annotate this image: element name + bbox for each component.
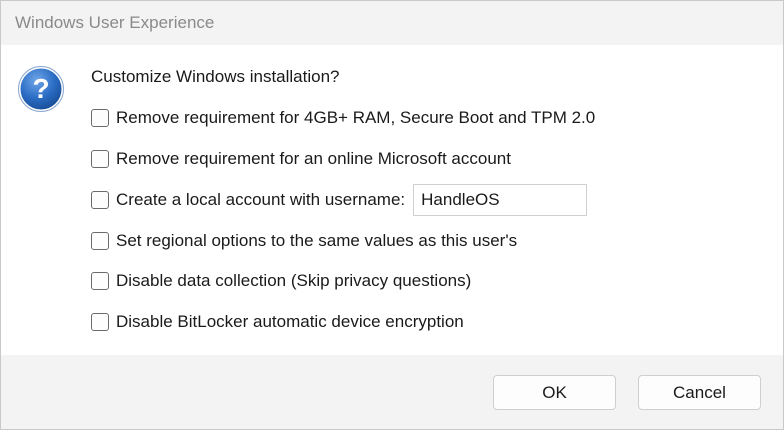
checkbox[interactable] [91, 150, 109, 168]
checkbox[interactable] [91, 109, 109, 127]
dialog-question: Customize Windows installation? [91, 67, 340, 86]
checkbox[interactable] [91, 313, 109, 331]
dialog-content: ? Customize Windows installation? Remove… [1, 45, 783, 355]
button-bar: OK Cancel [1, 355, 783, 429]
svg-text:?: ? [32, 73, 49, 104]
checkbox[interactable] [91, 232, 109, 250]
checkbox[interactable] [91, 272, 109, 290]
option-disable-data-collection[interactable]: Disable data collection (Skip privacy qu… [91, 269, 471, 293]
option-remove-online-account[interactable]: Remove requirement for an online Microso… [91, 147, 511, 171]
cancel-button[interactable]: Cancel [638, 375, 761, 410]
window-title: Windows User Experience [15, 13, 215, 32]
option-label: Create a local account with username: [116, 190, 406, 209]
title-bar[interactable]: Windows User Experience [1, 1, 783, 45]
ok-button[interactable]: OK [493, 375, 616, 410]
checkbox[interactable] [91, 191, 109, 209]
dialog-window: Windows User Experience ? Customize Wind… [0, 0, 784, 430]
question-icon: ? [18, 66, 64, 112]
option-label: Remove requirement for 4GB+ RAM, Secure … [116, 108, 596, 127]
option-remove-hardware-requirement[interactable]: Remove requirement for 4GB+ RAM, Secure … [91, 106, 595, 130]
option-label: Remove requirement for an online Microso… [116, 149, 511, 168]
option-label: Disable BitLocker automatic device encry… [116, 312, 464, 331]
option-label: Set regional options to the same values … [116, 231, 518, 250]
option-label: Disable data collection (Skip privacy qu… [116, 271, 472, 290]
option-create-local-account[interactable]: Create a local account with username: [91, 184, 588, 216]
option-disable-bitlocker[interactable]: Disable BitLocker automatic device encry… [91, 310, 464, 334]
option-regional-settings[interactable]: Set regional options to the same values … [91, 229, 517, 253]
username-input[interactable] [413, 184, 588, 216]
